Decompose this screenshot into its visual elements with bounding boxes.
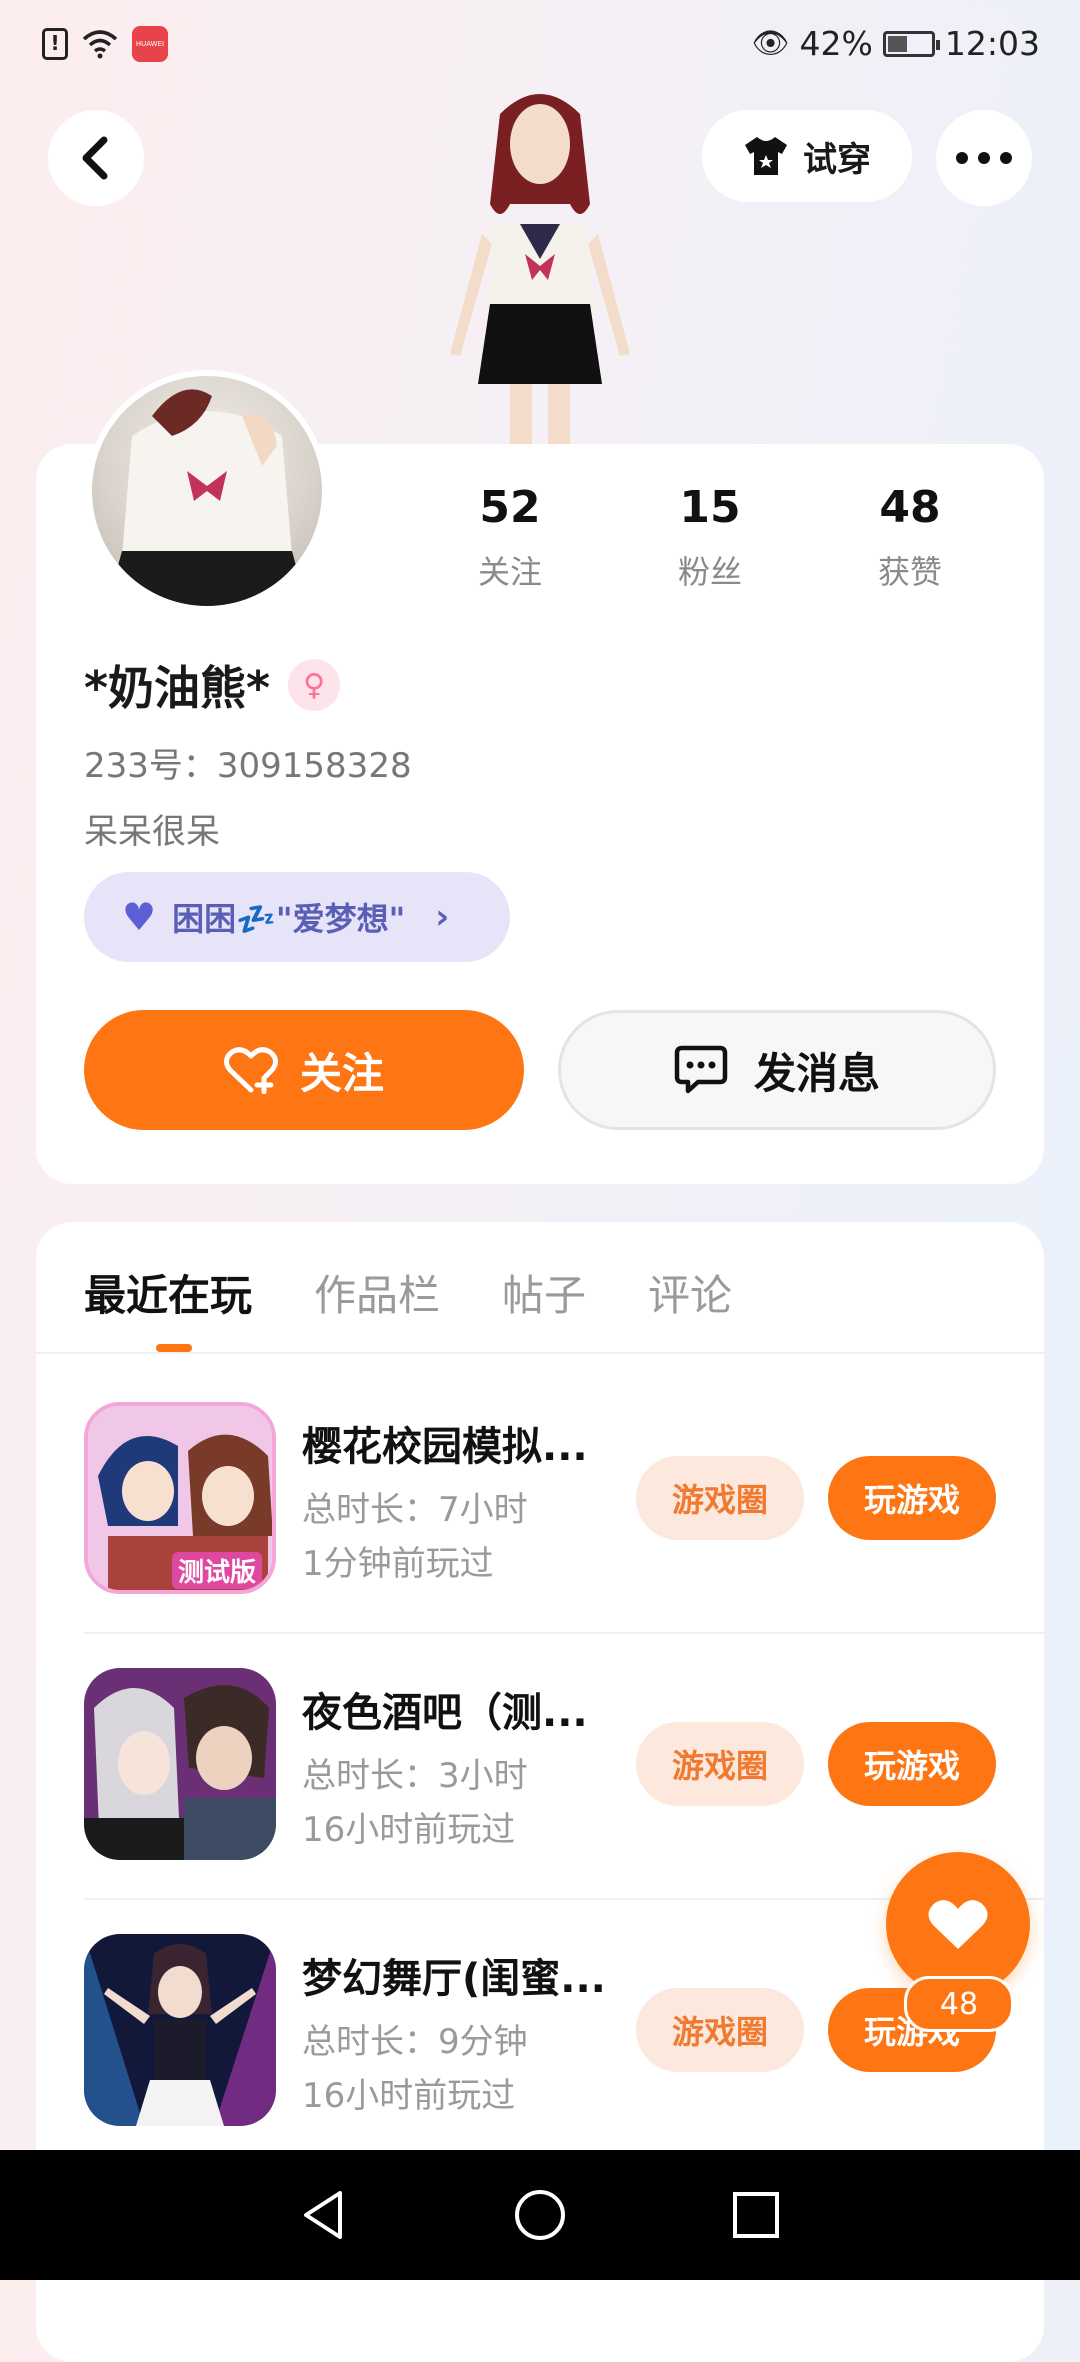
heart-icon: ♥ [122, 895, 157, 939]
chevron-right-icon: › [435, 897, 450, 937]
profile-avatar[interactable] [86, 370, 328, 612]
fans-label: 粉丝 [677, 553, 742, 591]
row-divider [84, 1632, 1044, 1634]
nav-recents-icon[interactable] [728, 2187, 784, 2243]
fans-count: 15 [679, 482, 741, 533]
send-message-button[interactable]: 发消息 [558, 1010, 996, 1130]
back-arrow-icon [82, 136, 108, 180]
alert-icon: ! [42, 28, 68, 60]
battery-percent: 42% [799, 24, 873, 63]
tab-works[interactable]: 作品栏 [314, 1262, 440, 1323]
likes-label: 获赞 [877, 553, 942, 591]
like-count-badge: 48 [904, 1976, 1014, 2032]
app-notification-icon: HUAWEI [132, 26, 168, 62]
status-bar: ! HUAWEI 👁 42% 12:03 [0, 0, 1080, 92]
game-title: 梦幻舞厅(闺蜜... [302, 1956, 606, 2002]
profile-tabs: 最近在玩 作品栏 帖子 评论 [84, 1262, 732, 1323]
heart-icon [928, 1900, 988, 1949]
likes-count: 48 [879, 482, 941, 533]
nav-back-icon[interactable] [296, 2187, 352, 2243]
play-game-button[interactable]: 玩游戏 [828, 1456, 996, 1540]
stat-fans[interactable]: 15 粉丝 [630, 482, 790, 593]
eye-comfort-icon: 👁 [751, 26, 790, 61]
user-id: 233号：309158328 [84, 746, 412, 786]
tab-comments[interactable]: 评论 [648, 1262, 732, 1323]
user-bio: 呆呆很呆 [84, 812, 220, 852]
following-count: 52 [479, 482, 541, 533]
stat-following[interactable]: 52 关注 [430, 482, 590, 593]
game-circle-button[interactable]: 游戏圈 [636, 1722, 804, 1806]
try-on-button[interactable]: 试穿 [702, 110, 912, 202]
game-duration: 总时长：9分钟 [302, 2022, 528, 2062]
nav-home-icon[interactable] [512, 2187, 568, 2243]
game-duration: 总时长：7小时 [302, 1490, 528, 1530]
shirt-icon [745, 137, 787, 175]
game-row[interactable]: 梦幻舞厅(闺蜜... 总时长：9分钟 16小时前玩过 游戏圈 玩游戏 [84, 1934, 996, 2126]
following-label: 关注 [477, 553, 542, 591]
follow-button[interactable]: 关注 [84, 1010, 524, 1130]
game-icon [84, 1668, 276, 1860]
follow-label: 关注 [299, 1048, 384, 1098]
tab-posts[interactable]: 帖子 [502, 1262, 586, 1323]
back-button[interactable] [48, 110, 144, 206]
tabs-divider [36, 1352, 1044, 1354]
club-badge[interactable]: ♥ 困困💤"爱梦想" › [84, 872, 510, 962]
profile-nickname: *奶油熊* ♀ [84, 652, 341, 718]
active-tab-indicator [156, 1344, 192, 1352]
female-gender-icon: ♀ [288, 659, 341, 711]
game-row[interactable]: 测试版 樱花校园模拟... 总时长：7小时 1分钟前玩过 游戏圈 玩游戏 [84, 1402, 996, 1594]
game-circle-button[interactable]: 游戏圈 [636, 1988, 804, 2072]
club-name: 困困💤"爱梦想" [172, 900, 406, 938]
game-row[interactable]: 夜色酒吧（测... 总时长：3小时 16小时前玩过 游戏圈 玩游戏 [84, 1668, 996, 1860]
play-game-button[interactable]: 玩游戏 [828, 1722, 996, 1806]
more-options-button[interactable] [936, 110, 1032, 206]
more-dots-icon [956, 152, 1012, 164]
wifi-icon [82, 30, 118, 59]
message-label: 发消息 [753, 1048, 880, 1098]
avatar-image [107, 389, 307, 606]
battery-icon [882, 30, 940, 57]
game-icon-tag: 测试版 [172, 1552, 263, 1589]
tab-recently-played[interactable]: 最近在玩 [84, 1262, 252, 1323]
system-nav-bar [0, 2150, 1080, 2280]
game-last-played: 16小时前玩过 [302, 1810, 516, 1850]
game-circle-button[interactable]: 游戏圈 [636, 1456, 804, 1540]
game-icon: 测试版 [84, 1402, 276, 1594]
clock: 12:03 [944, 24, 1040, 63]
profile-stats: 52 关注 15 粉丝 48 获赞 [430, 482, 990, 593]
like-fab-button[interactable] [886, 1852, 1030, 1996]
game-last-played: 16小时前玩过 [302, 2076, 516, 2116]
try-on-label: 试穿 [803, 139, 871, 180]
game-title: 夜色酒吧（测... [302, 1690, 588, 1736]
nickname-text: *奶油熊* [84, 661, 271, 715]
avatar-3d-figure [450, 94, 630, 444]
stat-likes[interactable]: 48 获赞 [830, 482, 990, 593]
message-bubble-icon [674, 1045, 728, 1094]
game-title: 樱花校园模拟... [302, 1424, 588, 1470]
game-last-played: 1分钟前玩过 [302, 1544, 494, 1584]
game-duration: 总时长：3小时 [302, 1756, 528, 1796]
game-icon [84, 1934, 276, 2126]
heart-plus-icon [223, 1047, 278, 1094]
